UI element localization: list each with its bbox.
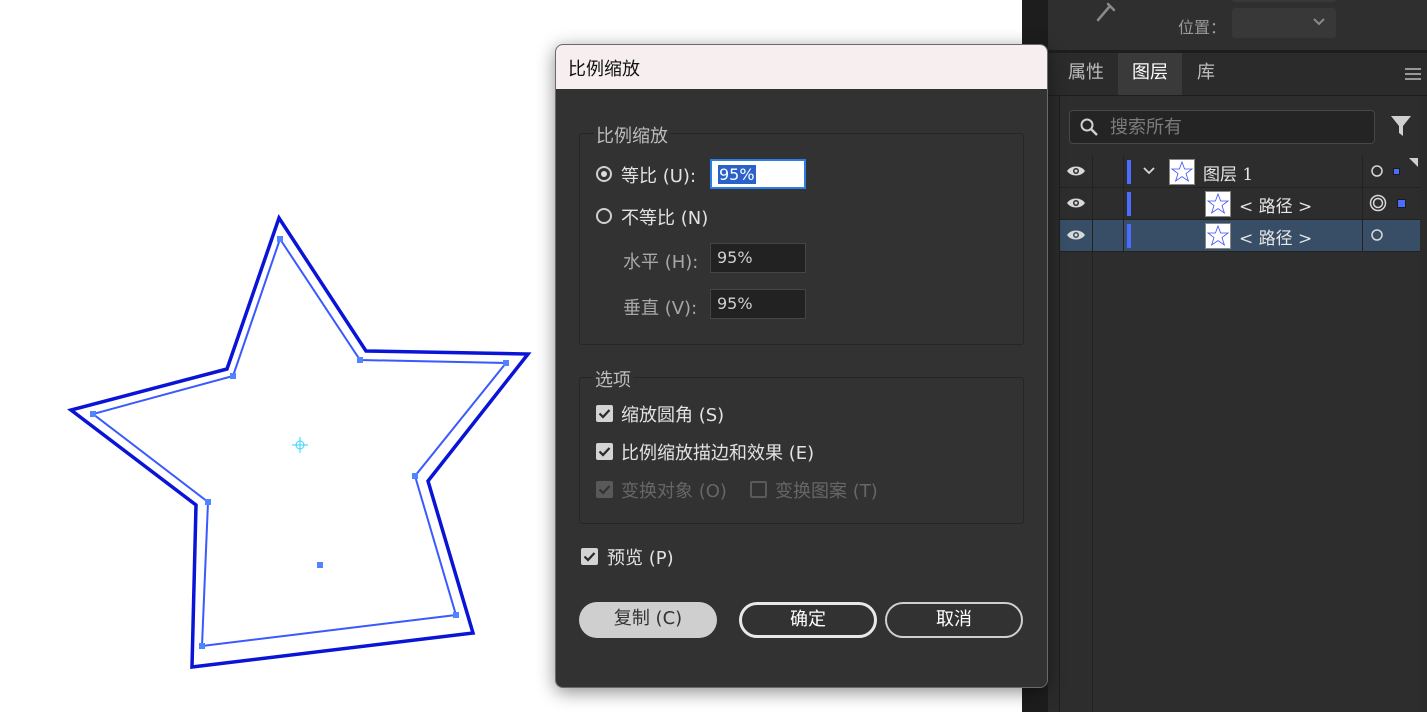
layer-color-bar [1127,224,1131,248]
tab-layers[interactable]: 图层 [1118,53,1182,95]
horizontal-label: 水平 (H): [623,252,699,273]
checkmark-icon [583,552,596,562]
scale-strokes-label[interactable]: 比例缩放描边和效果 (E) [621,439,814,465]
transform-patterns-label: 变换图案 (T) [775,481,878,502]
uniform-scale-input[interactable]: 95% [710,159,806,189]
eyedropper-icon[interactable] [1090,0,1120,22]
anchor-point [503,360,509,366]
visibility-toggle[interactable] [1060,188,1093,219]
vertical-label: 垂直 (V): [623,298,698,319]
copy-button[interactable]: 复制 (C) [579,602,717,638]
scale-dialog: 比例缩放 比例缩放 等比 (U): 95% 不等比 (N) 水平 (H): 95… [555,44,1048,688]
anchor-point [277,236,283,242]
nonuniform-label[interactable]: 不等比 (N) [621,204,708,230]
anchor-point [230,373,236,379]
dialog-titlebar[interactable]: 比例缩放 [556,45,1047,89]
tab-libraries[interactable]: 库 [1186,53,1226,95]
transform-objects-label: 变换对象 (O) [621,481,727,502]
preview-checkbox[interactable] [581,548,598,565]
target-circle-icon[interactable] [1370,164,1384,178]
search-input[interactable] [1110,111,1360,143]
ok-button[interactable]: 确定 [739,602,877,638]
scale-corners-checkbox[interactable] [596,405,613,422]
panel-menu-icon[interactable] [1405,68,1421,80]
anchor-point [205,499,211,505]
properties-top-strip: 位置： [1048,0,1427,53]
center-point-icon [292,437,308,453]
eye-icon [1067,198,1085,208]
lock-toggle[interactable] [1093,188,1124,219]
anchor-point [317,562,323,568]
anchor-point [90,411,96,417]
anchor-point [453,612,459,618]
layer-name[interactable]: 图层 1 [1203,160,1253,185]
path-thumbnail [1205,191,1231,217]
star-thumbnail-icon [1206,224,1230,246]
corner-triangle-icon [1409,158,1418,167]
transform-objects-checkbox [596,481,613,498]
path-thumbnail [1205,223,1231,249]
checkmark-icon [598,447,611,457]
top-field[interactable] [1232,0,1336,2]
panel-tab-bar: 属性 图层 库 [1048,53,1427,96]
chevron-down-icon [1313,18,1325,26]
target-circle-icon[interactable] [1370,228,1384,242]
lock-toggle[interactable] [1093,156,1124,187]
target-divider [1362,220,1363,251]
star-thumbnail-icon [1170,160,1194,182]
layer-thumbnail [1169,159,1195,185]
layer-row-path-2[interactable]: < 路径 > [1060,220,1420,252]
options-group-label: 选项 [593,366,633,392]
layer-row-layer-1[interactable]: 图层 1 [1060,156,1420,188]
uniform-radio[interactable] [596,166,612,182]
visibility-toggle[interactable] [1060,156,1093,187]
preview-label[interactable]: 预览 (P) [607,544,674,570]
anchor-point [357,357,363,363]
path-name[interactable]: < 路径 > [1239,192,1312,217]
layer-color-bar [1127,192,1131,216]
nonuniform-radio[interactable] [596,208,612,224]
dialog-title: 比例缩放 [568,59,640,80]
lock-toggle[interactable] [1093,220,1124,251]
layers-panel: 位置： 属性 图层 库 搜索所有 图层 1 < 路径 > < 路径 > [1022,0,1427,712]
position-label: 位置： [1178,18,1227,37]
eye-icon [1067,230,1085,240]
eye-icon [1067,166,1085,176]
selection-indicator[interactable] [1393,168,1400,175]
layer-color-bar [1127,160,1131,184]
column-divider [1092,187,1093,712]
target-divider [1362,188,1363,219]
star-thumbnail-icon [1206,192,1230,214]
target-divider [1362,156,1363,187]
layer-row-path-1[interactable]: < 路径 > [1060,188,1420,220]
chevron-down-icon[interactable] [1142,164,1156,178]
filter-icon[interactable] [1390,114,1412,138]
anchor-point [199,643,205,649]
scale-strokes-checkbox[interactable] [596,443,613,460]
anchor-point [412,473,418,479]
path-name[interactable]: < 路径 > [1239,224,1312,249]
checkmark-icon [598,409,611,419]
transform-patterns-checkbox [750,481,767,498]
layers-body: 图层 1 [1059,96,1420,712]
scale-corners-label[interactable]: 缩放圆角 (S) [621,401,724,427]
scale-group-label: 比例缩放 [594,122,670,148]
checkmark-icon [598,485,611,495]
selection-indicator[interactable] [1397,199,1406,208]
position-select[interactable] [1232,8,1336,38]
search-icon [1080,118,1098,136]
layers-search[interactable] [1069,110,1375,144]
target-double-circle-icon[interactable] [1369,194,1387,212]
cancel-button[interactable]: 取消 [885,602,1023,638]
tab-properties[interactable]: 属性 [1056,53,1116,95]
vertical-scale-input[interactable]: 95% [710,289,806,319]
visibility-toggle[interactable] [1060,220,1093,251]
horizontal-scale-input[interactable]: 95% [710,243,806,273]
uniform-label[interactable]: 等比 (U): [621,162,696,188]
